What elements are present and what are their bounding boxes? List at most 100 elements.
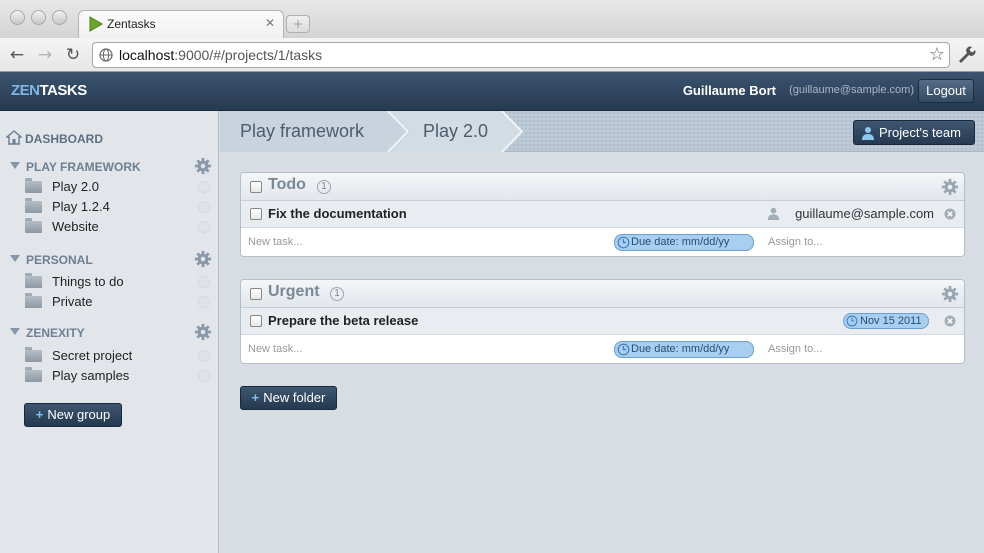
main-content: Todo 1 Fix the documentation guillaume@s…: [220, 152, 984, 553]
sidebar-item-website[interactable]: Website: [10, 217, 212, 237]
folder-title[interactable]: Urgent: [268, 283, 320, 301]
new-task-row: New task... Due date: mm/dd/yy Assign to…: [241, 228, 964, 256]
app-header: ZENTASKS Guillaume Bort (guillaume@sampl…: [0, 72, 984, 111]
new-folder-button[interactable]: + New folder: [240, 386, 337, 410]
dashboard-link[interactable]: DASHBOARD: [6, 130, 103, 146]
collapse-triangle-icon[interactable]: [10, 162, 20, 169]
close-icon[interactable]: [944, 208, 956, 220]
new-tab-button[interactable]: +: [286, 15, 310, 33]
task-row[interactable]: Fix the documentation guillaume@sample.c…: [241, 201, 964, 228]
assign-to-input[interactable]: Assign to...: [768, 236, 822, 248]
clock-icon: [617, 236, 630, 249]
close-icon[interactable]: [198, 370, 210, 382]
close-icon[interactable]: [198, 201, 210, 213]
breadcrumb-project[interactable]: Play 2.0: [423, 111, 488, 152]
close-icon[interactable]: [198, 181, 210, 193]
task-checkbox[interactable]: [250, 315, 262, 327]
task-assignee[interactable]: guillaume@sample.com: [795, 206, 934, 221]
play-logo-icon: [89, 16, 103, 32]
close-icon[interactable]: [198, 296, 210, 308]
home-icon: [6, 130, 22, 145]
globe-icon: [99, 48, 113, 62]
group-title[interactable]: ZENEXITY: [10, 323, 212, 341]
project-team-button[interactable]: Project's team: [853, 120, 975, 145]
folder-icon: [25, 198, 42, 213]
back-arrow-icon[interactable]: ←: [6, 44, 28, 66]
gear-icon[interactable]: [941, 178, 959, 196]
gear-icon[interactable]: [941, 285, 959, 303]
task-title[interactable]: Fix the documentation: [268, 206, 407, 221]
browser-tab[interactable]: Zentasks ✕: [78, 10, 284, 38]
sidebar-group-zenexity: ZENEXITY Secret project Play samples: [10, 323, 212, 386]
breadcrumb-group[interactable]: Play framework: [240, 111, 364, 152]
gear-icon[interactable]: [194, 323, 212, 341]
folder-icon: [25, 293, 42, 308]
browser-toolbar: ← → ↻ localhost:9000/#/projects/1/tasks …: [0, 38, 984, 72]
gear-icon[interactable]: [194, 157, 212, 175]
assign-to-input[interactable]: Assign to...: [768, 343, 822, 355]
folder-icon: [25, 218, 42, 233]
new-task-row: New task... Due date: mm/dd/yy Assign to…: [241, 335, 964, 363]
sidebar-item-secret-project[interactable]: Secret project: [10, 346, 212, 366]
clock-icon: [846, 315, 858, 327]
forward-arrow-icon[interactable]: →: [34, 44, 56, 66]
new-task-input[interactable]: New task...: [248, 343, 302, 355]
folder-icon: [25, 178, 42, 193]
user-icon: [862, 127, 874, 140]
sidebar: DASHBOARD PLAY FRAMEWORK Play 2.0 Play 1…: [0, 111, 219, 553]
task-checkbox[interactable]: [250, 208, 262, 220]
tab-close-icon[interactable]: ✕: [265, 16, 275, 30]
browser-tabstrip: Zentasks ✕ +: [0, 0, 984, 38]
window-minimize-button[interactable]: [31, 10, 46, 25]
close-icon[interactable]: [198, 276, 210, 288]
breadcrumb: Play framework Play 2.0 Project's team: [220, 111, 984, 152]
task-title[interactable]: Prepare the beta release: [268, 313, 418, 328]
address-bar[interactable]: localhost:9000/#/projects/1/tasks ☆: [92, 42, 950, 68]
sidebar-item-things-to-do[interactable]: Things to do: [10, 272, 212, 292]
sidebar-item-play-2-0[interactable]: Play 2.0: [10, 177, 212, 197]
collapse-triangle-icon[interactable]: [10, 328, 20, 335]
new-task-input[interactable]: New task...: [248, 236, 302, 248]
close-icon[interactable]: [198, 350, 210, 362]
task-folder-urgent: Urgent 1 Prepare the beta release Nov 15…: [240, 279, 965, 364]
user-email: (guillaume@sample.com): [789, 84, 914, 96]
clock-icon: [617, 343, 630, 356]
sidebar-item-private[interactable]: Private: [10, 292, 212, 312]
bookmark-star-icon[interactable]: ☆: [929, 44, 945, 65]
url-text: localhost:9000/#/projects/1/tasks: [119, 47, 323, 63]
task-count-badge: 1: [317, 180, 331, 194]
folder-header: Urgent 1: [241, 280, 964, 308]
logout-button[interactable]: Logout: [918, 79, 974, 103]
plus-icon: +: [251, 390, 260, 405]
due-date-input[interactable]: Due date: mm/dd/yy: [614, 341, 754, 358]
due-date-input[interactable]: Due date: mm/dd/yy: [614, 234, 754, 251]
task-row[interactable]: Prepare the beta release Nov 15 2011: [241, 308, 964, 335]
folder-icon: [25, 347, 42, 362]
reload-icon[interactable]: ↻: [62, 44, 84, 66]
tab-title: Zentasks: [107, 17, 156, 31]
close-icon[interactable]: [944, 315, 956, 327]
wrench-icon[interactable]: [956, 44, 976, 64]
task-count-badge: 1: [330, 287, 344, 301]
window-close-button[interactable]: [10, 10, 25, 25]
folder-checkbox[interactable]: [250, 288, 262, 300]
folder-title[interactable]: Todo: [268, 176, 306, 194]
group-title[interactable]: PERSONAL: [10, 250, 212, 268]
user-icon: [767, 207, 780, 220]
sidebar-group-personal: PERSONAL Things to do Private: [10, 250, 212, 312]
due-date-badge[interactable]: Nov 15 2011: [843, 313, 929, 329]
folder-header: Todo 1: [241, 173, 964, 201]
new-group-button[interactable]: + New group: [24, 403, 122, 427]
folder-icon: [25, 273, 42, 288]
sidebar-group-play-framework: PLAY FRAMEWORK Play 2.0 Play 1.2.4 Websi…: [10, 157, 212, 237]
app-logo[interactable]: ZENTASKS: [11, 82, 87, 99]
sidebar-item-play-1-2-4[interactable]: Play 1.2.4: [10, 197, 212, 217]
folder-checkbox[interactable]: [250, 181, 262, 193]
window-zoom-button[interactable]: [52, 10, 67, 25]
collapse-triangle-icon[interactable]: [10, 255, 20, 262]
gear-icon[interactable]: [194, 250, 212, 268]
sidebar-item-play-samples[interactable]: Play samples: [10, 366, 212, 386]
group-title[interactable]: PLAY FRAMEWORK: [10, 157, 212, 175]
close-icon[interactable]: [198, 221, 210, 233]
user-name: Guillaume Bort: [682, 83, 776, 98]
